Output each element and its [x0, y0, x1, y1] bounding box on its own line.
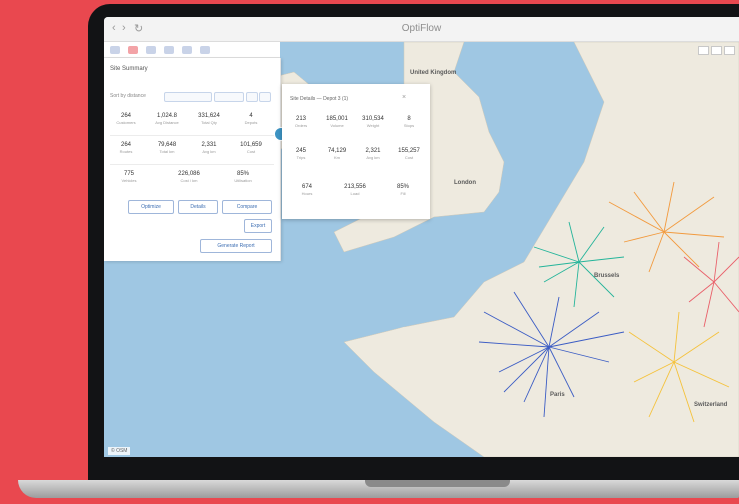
- divider: [110, 164, 274, 165]
- stat: 674 Hours: [301, 184, 313, 196]
- generate-report-button[interactable]: Generate Report: [200, 239, 272, 253]
- compare-button[interactable]: Compare: [222, 200, 272, 214]
- stat: 331,624 Total Qty: [198, 113, 220, 125]
- toolbar-icon[interactable]: [128, 45, 138, 54]
- stat: 264 Routes: [119, 142, 133, 154]
- stat: 213 Orders: [294, 116, 308, 128]
- map-tools: [698, 46, 735, 55]
- stat: 1,024.8 Avg Distance: [155, 113, 179, 125]
- popup-title: Site Details — Depot 3 (1): [290, 96, 349, 102]
- map-tool-button[interactable]: [724, 46, 735, 55]
- map-attribution: © OSM: [108, 447, 131, 455]
- filter-pill[interactable]: [246, 92, 258, 102]
- stat: 85% Utilisation: [234, 171, 252, 183]
- export-button[interactable]: Export: [244, 219, 272, 233]
- map-label-brussels: Brussels: [594, 273, 620, 279]
- map-label-uk: United Kingdom: [410, 70, 457, 76]
- stat: 264 Customers: [116, 113, 136, 125]
- stat: 245 Trips: [295, 148, 306, 160]
- close-icon[interactable]: ×: [402, 94, 406, 101]
- divider: [110, 135, 274, 136]
- site-details-popup: Site Details — Depot 3 (1) × 213 Orders 1…: [282, 84, 430, 219]
- stat: 775 Vehicles: [121, 171, 137, 183]
- filter-pill[interactable]: [164, 92, 212, 102]
- map-tool-button[interactable]: [698, 46, 709, 55]
- map-label-paris: Paris: [550, 392, 565, 398]
- map-label-switzerland: Switzerland: [694, 402, 728, 408]
- stat: 2,321 Avg km: [365, 148, 381, 160]
- window-title: OptiFlow: [401, 23, 442, 34]
- stat: 101,659 Cost: [240, 142, 262, 154]
- stat: 79,648 Total km: [157, 142, 177, 154]
- stat: 85% Fill: [396, 184, 409, 196]
- panel-title: Site Summary: [110, 66, 148, 72]
- map-tool-button[interactable]: [711, 46, 722, 55]
- details-button[interactable]: Details: [178, 200, 218, 214]
- stat: 8 Stops: [403, 116, 415, 128]
- stat: 74,129 Km: [327, 148, 347, 160]
- stat: 213,556 Load: [344, 184, 366, 196]
- stat: 4 Depots: [244, 113, 258, 125]
- window-titlebar: ‹ › ↻ OptiFlow: [104, 17, 739, 42]
- sort-label: Sort by distance: [110, 93, 146, 99]
- site-summary-panel: Site Summary Sort by distance 264 Custome…: [104, 58, 281, 261]
- toolbar-icon[interactable]: [110, 45, 120, 54]
- filter-pill[interactable]: [259, 92, 271, 102]
- filter-pill[interactable]: [214, 92, 244, 102]
- stat: 2,331 Avg km: [201, 142, 217, 154]
- toolbar-icon[interactable]: [164, 45, 174, 54]
- optimize-button[interactable]: Optimize: [128, 200, 174, 214]
- toolbar-icon[interactable]: [146, 45, 156, 54]
- panel-toolbar: [104, 42, 280, 58]
- stat: 310,534 Weight: [362, 116, 384, 128]
- toolbar-icon[interactable]: [182, 45, 192, 54]
- stat: 185,001 Volume: [326, 116, 348, 128]
- toolbar-icon[interactable]: [200, 45, 210, 54]
- laptop-notch: [365, 480, 510, 487]
- app-screen: ‹ › ↻ OptiFlow United Kingdom London Par…: [104, 17, 739, 457]
- stat: 226,086 Cost / km: [178, 171, 200, 183]
- map-label-london: London: [454, 180, 476, 186]
- stat: 155,257 Cost: [398, 148, 420, 160]
